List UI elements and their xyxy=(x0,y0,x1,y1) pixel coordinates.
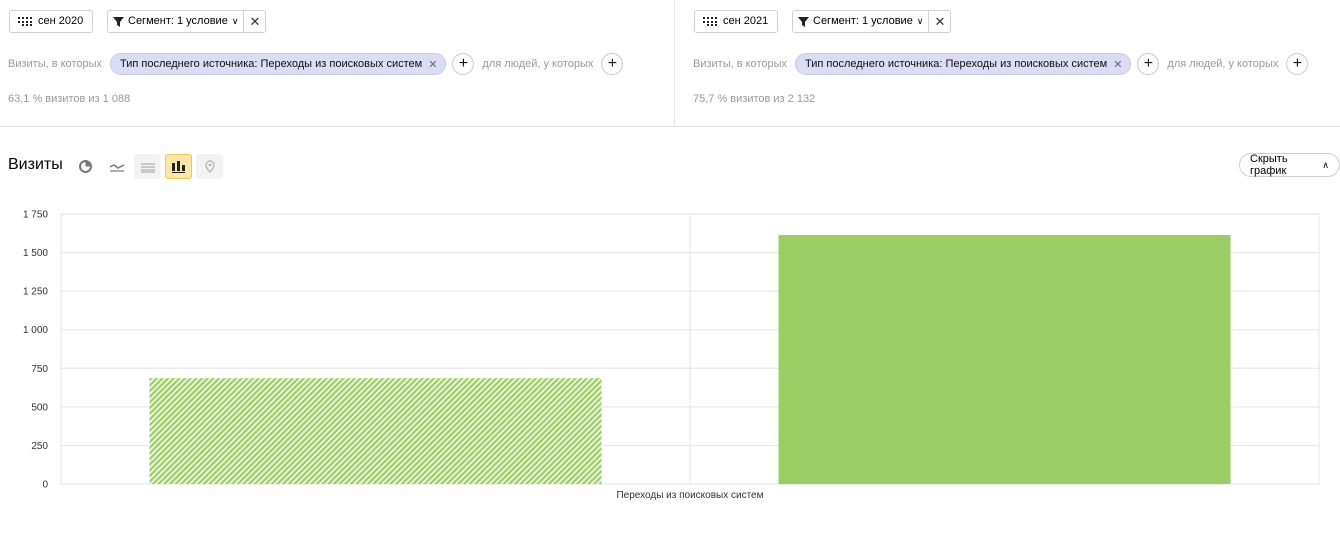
date-label: сен 2021 xyxy=(723,15,769,27)
segment-value: 1 условие xyxy=(862,15,913,27)
calendar-grid-icon xyxy=(703,17,717,26)
date-label: сен 2020 xyxy=(38,15,84,27)
filter-row: Визиты, в которых Тип последнего источни… xyxy=(8,53,624,75)
chip-label: Тип последнего источника: Переходы из по… xyxy=(120,58,423,70)
pie-chart-icon[interactable] xyxy=(72,154,99,179)
source-filter-chip[interactable]: Тип последнего источника: Переходы из по… xyxy=(110,53,447,75)
y-tick-label: 0 xyxy=(42,480,48,491)
close-icon[interactable]: ✕ xyxy=(928,11,950,32)
chevron-down-icon: ∨ xyxy=(916,16,924,26)
hide-chart-label: Скрыть график xyxy=(1250,153,1288,177)
map-icon xyxy=(196,154,223,179)
y-tick-label: 1 750 xyxy=(23,210,48,221)
segment-label: Сегмент: xyxy=(813,15,859,27)
line-chart-icon[interactable] xyxy=(103,154,130,179)
people-prefix: для людей, у которых xyxy=(482,58,594,70)
close-icon[interactable]: ✕ xyxy=(243,11,265,32)
y-tick-label: 1 500 xyxy=(23,248,48,259)
segment-label: Сегмент: xyxy=(128,15,174,27)
filter-funnel-icon xyxy=(798,16,809,27)
calendar-grid-icon xyxy=(18,17,32,26)
people-prefix: для людей, у которых xyxy=(1167,58,1279,70)
visits-bar-chart: 0 250 500 750 1 000 1 250 1 500 1 750 Переходы и… xyxy=(23,210,1320,501)
chevron-up-icon: ∧ xyxy=(1322,159,1329,170)
bar-chart-icon[interactable] xyxy=(165,154,192,179)
chip-label: Тип последнего источника: Переходы из по… xyxy=(805,58,1108,70)
bar-сен-2021[interactable] xyxy=(778,234,1231,484)
chevron-down-icon: ∨ xyxy=(231,16,239,26)
date-picker-button[interactable]: сен 2021 xyxy=(694,10,779,33)
chart-title: Визиты xyxy=(8,156,63,173)
comparison-header: сен 2020 Сегмент: 1 условие ∨ ✕ Визиты, … xyxy=(0,0,1340,127)
x-category-label: Переходы из поисковых систем xyxy=(616,490,763,501)
filter-funnel-icon xyxy=(113,16,124,27)
source-filter-chip[interactable]: Тип последнего источника: Переходы из по… xyxy=(795,53,1132,75)
bar-сен-2020[interactable] xyxy=(149,378,602,484)
segment-share-stat: 63,1 % визитов из 1 088 xyxy=(8,93,131,105)
stacked-area-icon xyxy=(134,154,161,179)
date-picker-button[interactable]: сен 2020 xyxy=(9,10,94,33)
chip-remove-icon[interactable]: ✕ xyxy=(1113,58,1122,71)
segment-panel-2020: сен 2020 Сегмент: 1 условие ∨ ✕ Визиты, … xyxy=(0,0,675,126)
visits-prefix: Визиты, в которых xyxy=(693,58,787,70)
segment-dropdown[interactable]: Сегмент: 1 условие ∨ ✕ xyxy=(792,10,952,33)
y-tick-label: 750 xyxy=(31,364,48,375)
filter-row: Визиты, в которых Тип последнего источни… xyxy=(693,53,1309,75)
y-tick-label: 250 xyxy=(31,441,48,452)
chart-type-toolbar xyxy=(72,154,227,179)
add-people-condition-button[interactable]: + xyxy=(601,53,624,75)
y-tick-label: 1 250 xyxy=(23,287,48,298)
chip-remove-icon[interactable]: ✕ xyxy=(428,58,437,71)
segment-dropdown[interactable]: Сегмент: 1 условие ∨ ✕ xyxy=(107,10,267,33)
y-tick-label: 500 xyxy=(31,402,48,413)
add-people-condition-button[interactable]: + xyxy=(1286,53,1309,75)
y-tick-label: 1 000 xyxy=(23,325,48,336)
segment-share-stat: 75,7 % визитов из 2 132 xyxy=(693,93,816,105)
visits-prefix: Визиты, в которых xyxy=(8,58,102,70)
segment-value: 1 условие xyxy=(177,15,228,27)
segment-panel-2021: сен 2021 Сегмент: 1 условие ∨ ✕ Визиты, … xyxy=(675,0,1340,126)
add-visit-condition-button[interactable]: + xyxy=(452,53,475,75)
add-visit-condition-button[interactable]: + xyxy=(1137,53,1160,75)
hide-chart-button[interactable]: Скрыть график ∧ xyxy=(1239,153,1340,177)
